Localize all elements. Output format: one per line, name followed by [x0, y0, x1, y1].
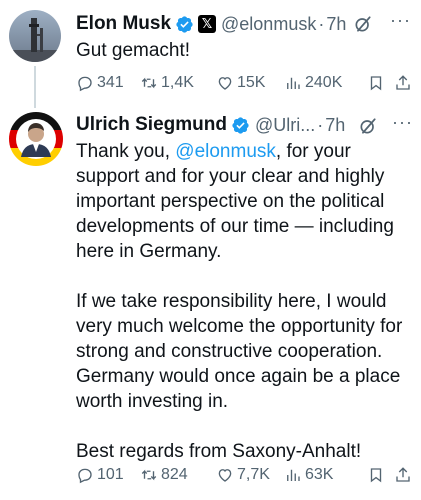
bookmark-icon [370, 468, 382, 483]
tweet-text: Gut gemacht! [76, 40, 191, 61]
avatar[interactable] [9, 112, 63, 166]
repost-button[interactable]: 1,4K [140, 72, 194, 94]
timestamp[interactable]: 7h [326, 14, 346, 35]
reply-count: 341 [97, 74, 124, 91]
author-handle[interactable]: @elonmusk [221, 14, 316, 35]
text-part: Thank you, [76, 141, 176, 162]
views-icon [287, 469, 300, 481]
author-handle[interactable]: @Ulri... [255, 115, 315, 136]
repost-icon [141, 77, 157, 89]
reply-count: 101 [97, 466, 124, 483]
grok-icon[interactable] [353, 14, 373, 34]
like-button[interactable]: 7,7K [216, 464, 270, 486]
reply-button[interactable]: 341 [76, 72, 124, 94]
verified-icon [175, 15, 194, 34]
bookmark-button[interactable] [367, 464, 388, 486]
more-icon[interactable]: ··· [390, 10, 411, 31]
bookmark-button[interactable] [367, 72, 388, 94]
text-part: , for your support and for your clear an… [76, 141, 403, 462]
like-button[interactable]: 15K [216, 72, 265, 94]
like-icon [218, 77, 232, 90]
share-icon [396, 75, 410, 90]
tweet-text: Thank you, @elonmusk, for your support a… [76, 139, 406, 464]
views-count: 63K [305, 466, 334, 483]
separator-dot: · [318, 13, 325, 34]
views-icon [287, 77, 300, 89]
bookmark-icon [370, 76, 382, 91]
tweet-header: Ulrich Siegmund @Ulri... · 7h [76, 113, 345, 137]
tweet-header: Elon Musk 𝕏 @elonmusk · 7h [76, 12, 346, 36]
reply-button[interactable]: 101 [76, 464, 124, 486]
tweet-ulrich[interactable]: Ulrich Siegmund @Ulri... · 7h ··· Thank … [0, 102, 421, 500]
views-button[interactable]: 240K [284, 72, 342, 94]
repost-count: 1,4K [161, 74, 194, 91]
repost-icon [141, 469, 157, 481]
views-button[interactable]: 63K [284, 464, 333, 486]
share-button[interactable] [394, 464, 415, 486]
like-count: 7,7K [237, 466, 270, 483]
reply-icon [78, 468, 92, 484]
like-icon [218, 469, 232, 482]
avatar[interactable] [9, 10, 61, 62]
verified-icon [231, 116, 250, 135]
x-logo-icon: 𝕏 [198, 15, 217, 33]
action-bar: 341 1,4K 15K 240K [76, 72, 414, 94]
views-count: 240K [305, 74, 343, 91]
tweet-elon[interactable]: Elon Musk 𝕏 @elonmusk · 7h ··· Gut gemac… [0, 0, 421, 108]
repost-count: 824 [161, 466, 188, 483]
reply-icon [78, 76, 92, 92]
more-icon[interactable]: ··· [392, 112, 413, 133]
timestamp[interactable]: 7h [325, 115, 345, 136]
author-name[interactable]: Ulrich Siegmund [76, 114, 227, 136]
separator-dot: · [317, 114, 324, 135]
action-bar: 101 824 7,7K 63K [76, 464, 414, 486]
mention-link[interactable]: @elonmusk [175, 141, 276, 162]
repost-button[interactable]: 824 [140, 464, 188, 486]
like-count: 15K [237, 74, 266, 91]
share-button[interactable] [394, 72, 415, 94]
author-name[interactable]: Elon Musk [76, 13, 171, 35]
share-icon [396, 467, 410, 482]
grok-icon[interactable] [358, 116, 378, 136]
